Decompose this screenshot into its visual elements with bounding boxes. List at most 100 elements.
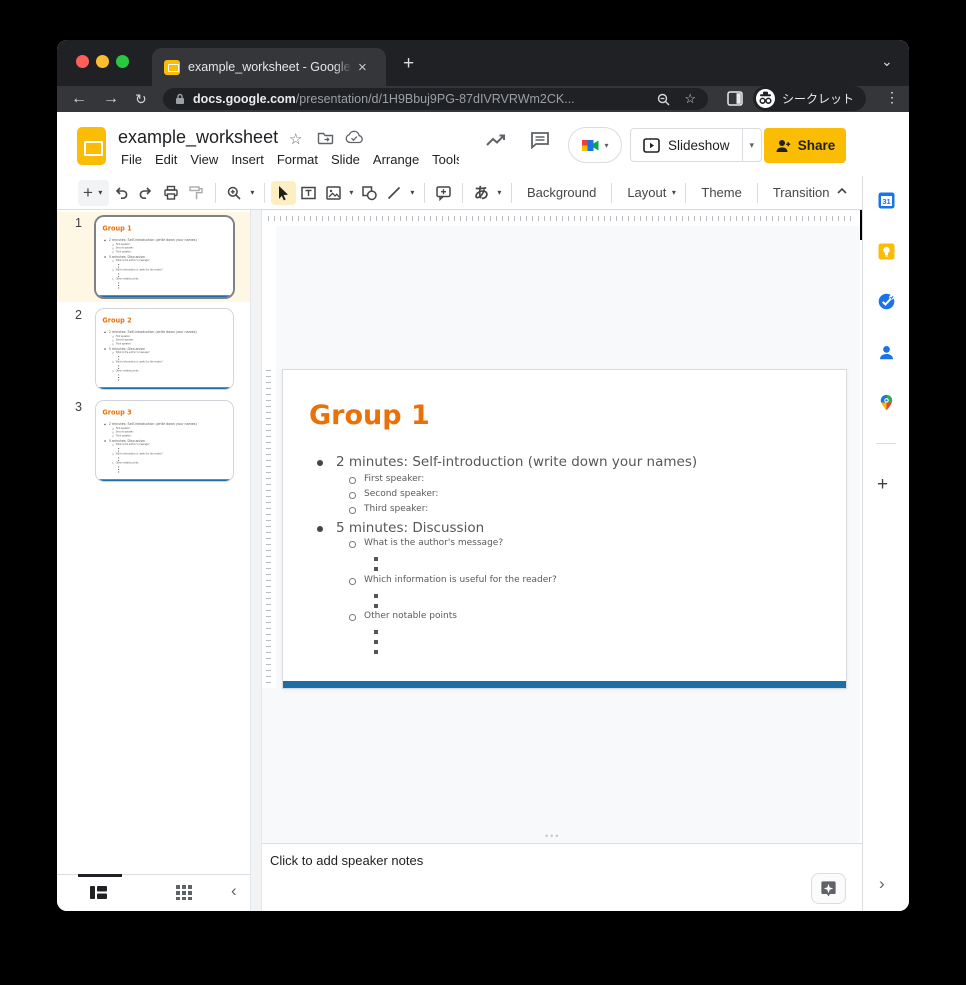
input-tools-caret-icon[interactable]: ▾ — [494, 188, 505, 197]
menu-format[interactable]: Format — [277, 152, 318, 167]
print-button[interactable] — [159, 181, 184, 205]
menu-view[interactable]: View — [190, 152, 218, 167]
menu-file[interactable]: File — [121, 152, 142, 167]
speaker-notes-placeholder[interactable]: Click to add speaker notes — [270, 853, 423, 868]
insert-line-button[interactable] — [382, 181, 407, 205]
slide-bullet-level2[interactable]: Second speaker: — [364, 489, 438, 499]
browser-menu-icon[interactable]: ⋮ — [885, 89, 899, 106]
menu-insert[interactable]: Insert — [231, 152, 264, 167]
comment-history-icon[interactable] — [530, 131, 550, 149]
back-button[interactable]: ← — [71, 87, 87, 111]
slideshow-button[interactable]: Slideshow ▾ — [630, 128, 762, 162]
filmstrip-row-3[interactable]: 3 Group 3 2 minutes: Self-introduction (… — [57, 396, 250, 486]
spark-shield-icon — [819, 879, 838, 898]
menu-slide[interactable]: Slide — [331, 152, 360, 167]
activity-trend-icon[interactable] — [485, 132, 507, 150]
undo-button[interactable] — [109, 181, 134, 205]
thumb-bullet: Third speaker: — [116, 435, 132, 438]
slide-bullet-level2[interactable]: First speaker: — [364, 474, 424, 484]
slide-thumbnail-2[interactable]: Group 2 2 minutes: Self-introduction (wr… — [96, 309, 233, 389]
browser-tab[interactable]: example_worksheet - Google S × — [152, 48, 386, 86]
filmstrip-canvas-divider[interactable] — [250, 210, 262, 911]
menu-tools[interactable]: Tools — [432, 152, 459, 167]
current-slide[interactable]: Group 1 2 minutes: Self-introduction (wr… — [283, 370, 846, 688]
reload-button[interactable]: ↻ — [135, 87, 147, 111]
filmstrip-view-button[interactable] — [90, 885, 107, 900]
slide-bullet-level1[interactable]: 5 minutes: Discussion — [336, 520, 484, 536]
contacts-icon[interactable] — [878, 344, 895, 361]
new-slide-button[interactable]: + — [81, 184, 95, 201]
zoom-page-icon[interactable] — [657, 93, 670, 106]
address-bar[interactable]: docs.google.com/presentation/d/1H9Bbuj9P… — [163, 88, 708, 110]
image-caret-icon[interactable]: ▾ — [346, 188, 357, 197]
thumb-sub-bullet — [118, 377, 119, 378]
slides-logo-icon[interactable] — [77, 127, 106, 165]
hide-menus-chevron-icon[interactable] — [835, 184, 849, 198]
thumb-sub-bullet — [118, 276, 119, 277]
zoom-window-button[interactable] — [116, 55, 129, 68]
slide-bullet-level2[interactable]: Third speaker: — [364, 504, 428, 514]
filmstrip-row-2[interactable]: 2 Group 2 2 minutes: Self-introduction (… — [57, 304, 250, 394]
gemini-notes-button[interactable] — [811, 873, 846, 904]
maps-icon[interactable] — [878, 394, 895, 411]
meet-button[interactable]: ▾ — [568, 127, 622, 163]
keep-icon[interactable] — [878, 243, 895, 260]
thumb-accent-bar — [96, 479, 233, 481]
input-tools-button[interactable]: あ — [469, 181, 494, 205]
text-box-button[interactable] — [296, 181, 321, 205]
slide-thumbnail-3[interactable]: Group 3 2 minutes: Self-introduction (wr… — [96, 401, 233, 481]
grid-view-button[interactable] — [176, 885, 192, 900]
insert-shape-button[interactable] — [357, 181, 382, 205]
notes-resize-handle[interactable]: ••• — [545, 831, 560, 841]
tab-search-chevron-icon[interactable]: ⌄ — [881, 53, 893, 70]
thumb-sub-bullet — [118, 267, 119, 268]
layout-button[interactable]: Layout — [618, 185, 668, 200]
filmstrip-row-1[interactable]: 1 Group 1 2 minutes: Self-introduction (… — [57, 212, 250, 302]
star-document-icon[interactable]: ☆ — [289, 130, 302, 148]
bookmark-star-icon[interactable]: ☆ — [684, 91, 696, 107]
insert-comment-button[interactable] — [431, 181, 456, 205]
slide-bullet-level1[interactable]: 2 minutes: Self-introduction (write down… — [336, 454, 697, 470]
new-tab-button[interactable]: + — [403, 53, 414, 75]
layout-caret-icon[interactable]: ▾ — [668, 188, 679, 197]
select-tool-button[interactable] — [271, 181, 296, 205]
speaker-notes[interactable]: Click to add speaker notes — [262, 843, 862, 911]
document-title[interactable]: example_worksheet — [118, 127, 278, 148]
collapse-filmstrip-chevron-icon[interactable]: ‹ — [231, 881, 237, 901]
slide-bullet-level2[interactable]: What is the author's message? — [364, 538, 503, 548]
tasks-icon[interactable] — [878, 293, 895, 310]
line-caret-icon[interactable]: ▾ — [407, 188, 418, 197]
zoom-button[interactable] — [222, 181, 247, 205]
slide-thumbnail-1[interactable]: Group 1 2 minutes: Self-introduction (wr… — [96, 217, 233, 297]
close-window-button[interactable] — [76, 55, 89, 68]
paint-format-button[interactable] — [184, 181, 209, 205]
tab-close-icon[interactable]: × — [358, 60, 367, 75]
menu-arrange[interactable]: Arrange — [373, 152, 419, 167]
transition-button[interactable]: Transition — [764, 185, 839, 200]
show-side-panel-chevron-icon[interactable]: › — [879, 874, 885, 894]
forward-button[interactable]: → — [103, 87, 119, 111]
redo-button[interactable] — [134, 181, 159, 205]
menu-edit[interactable]: Edit — [155, 152, 177, 167]
zoom-caret-icon[interactable]: ▾ — [247, 188, 258, 197]
background-button[interactable]: Background — [518, 185, 605, 200]
slideshow-caret-icon[interactable]: ▾ — [743, 140, 762, 151]
side-panel-icon[interactable] — [727, 91, 743, 106]
slide-bullet-level2[interactable]: Which information is useful for the read… — [364, 575, 557, 585]
thumb-accent-bar — [96, 387, 233, 389]
slide-bullet-level2[interactable]: Other notable points — [364, 611, 457, 621]
cloud-status-icon[interactable] — [345, 130, 363, 144]
theme-button[interactable]: Theme — [692, 185, 750, 200]
incognito-label: シークレット — [782, 90, 854, 107]
get-addons-button[interactable]: + — [877, 474, 888, 496]
new-slide-caret-icon[interactable]: ▾ — [95, 188, 106, 197]
minimize-window-button[interactable] — [96, 55, 109, 68]
browser-toolbar: ← → ↻ docs.google.com/presentation/d/1H9… — [57, 86, 909, 112]
slide-empty-sub-bullet — [374, 604, 378, 608]
move-folder-icon[interactable] — [317, 130, 334, 145]
slide-empty-sub-bullet — [374, 557, 378, 561]
calendar-icon[interactable]: 31 — [878, 192, 895, 209]
slide-title[interactable]: Group 1 — [309, 400, 430, 431]
share-button[interactable]: Share — [764, 128, 846, 163]
insert-image-button[interactable] — [321, 181, 346, 205]
